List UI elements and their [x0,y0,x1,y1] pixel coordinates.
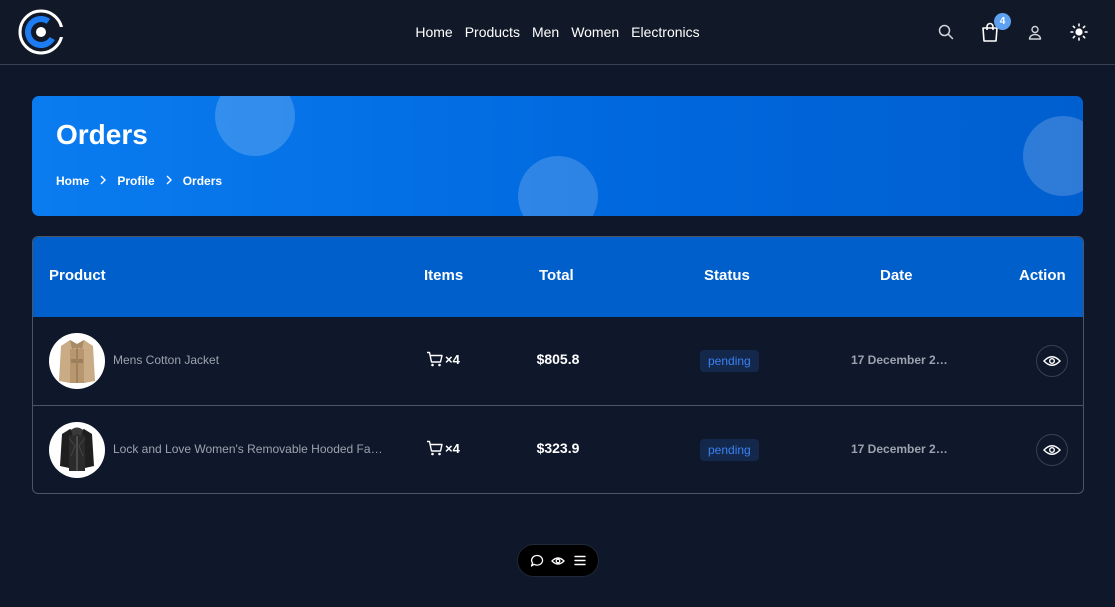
breadcrumb: Home Profile Orders [56,174,222,188]
column-header-product: Product [49,267,106,284]
column-header-total: Total [539,267,574,284]
product-name[interactable]: Lock and Love Women's Removable Hooded F… [113,442,383,456]
breadcrumb-current: Orders [182,174,223,188]
decorative-circle [518,156,598,216]
nav-electronics[interactable]: Electronics [631,24,699,40]
product-thumbnail-leather-jacket [49,422,105,478]
theme-toggle-sun-icon[interactable] [1070,23,1088,41]
menu-icon[interactable] [571,552,589,570]
chevron-right-icon [165,174,173,188]
order-date: 17 December 2024 [851,353,951,367]
chevron-right-icon [99,174,107,188]
order-date: 17 December 2024 [851,442,951,456]
table-row: Mens Cotton Jacket ×4 $805.8 pending 17 … [33,317,1083,405]
product-name[interactable]: Mens Cotton Jacket [113,353,383,367]
chat-bubble-icon[interactable] [528,552,546,570]
product-thumbnail-jacket [49,333,105,389]
cart-button[interactable]: 4 [981,13,1011,42]
user-icon[interactable] [1028,24,1042,40]
decorative-circle [215,96,295,156]
nav-men[interactable]: Men [532,24,559,40]
jacket-image [59,340,95,383]
column-header-action: Action [1019,267,1066,284]
view-order-button[interactable] [1036,434,1068,466]
leather-jacket-image [60,427,94,471]
page-hero-banner: Orders Home Profile Orders [32,96,1083,216]
column-header-date: Date [880,267,913,284]
eye-icon [1043,445,1061,455]
nav-products[interactable]: Products [465,24,520,40]
status-badge: pending [700,439,759,461]
table-row: Lock and Love Women's Removable Hooded F… [33,406,1083,493]
cart-count-badge: 4 [994,13,1011,30]
search-icon[interactable] [937,23,955,41]
nav-home[interactable]: Home [415,24,452,40]
order-total: $323.9 [536,440,580,456]
item-quantity: ×4 [426,351,460,367]
eye-icon[interactable] [549,552,567,570]
quantity-value: ×4 [445,440,460,456]
eye-icon [1043,356,1061,366]
order-total: $805.8 [536,351,580,367]
view-order-button[interactable] [1036,345,1068,377]
status-badge: pending [700,350,759,372]
cart-icon [427,351,443,367]
top-navbar: Home Products Men Women Electronics 4 [0,0,1115,65]
breadcrumb-home[interactable]: Home [56,174,89,188]
brand-logo[interactable] [18,9,64,55]
table-header: Product Items Total Status Date Action [33,237,1083,317]
item-quantity: ×4 [426,440,460,456]
floating-toolbar [517,544,599,577]
nav-women[interactable]: Women [571,24,619,40]
page-title: Orders [56,119,148,150]
decorative-circle [1023,116,1083,196]
orders-table: Product Items Total Status Date Action M… [32,236,1084,494]
cart-icon [427,440,443,456]
breadcrumb-profile[interactable]: Profile [117,174,154,188]
quantity-value: ×4 [445,351,460,367]
column-header-status: Status [704,267,750,284]
column-header-items: Items [424,267,464,284]
